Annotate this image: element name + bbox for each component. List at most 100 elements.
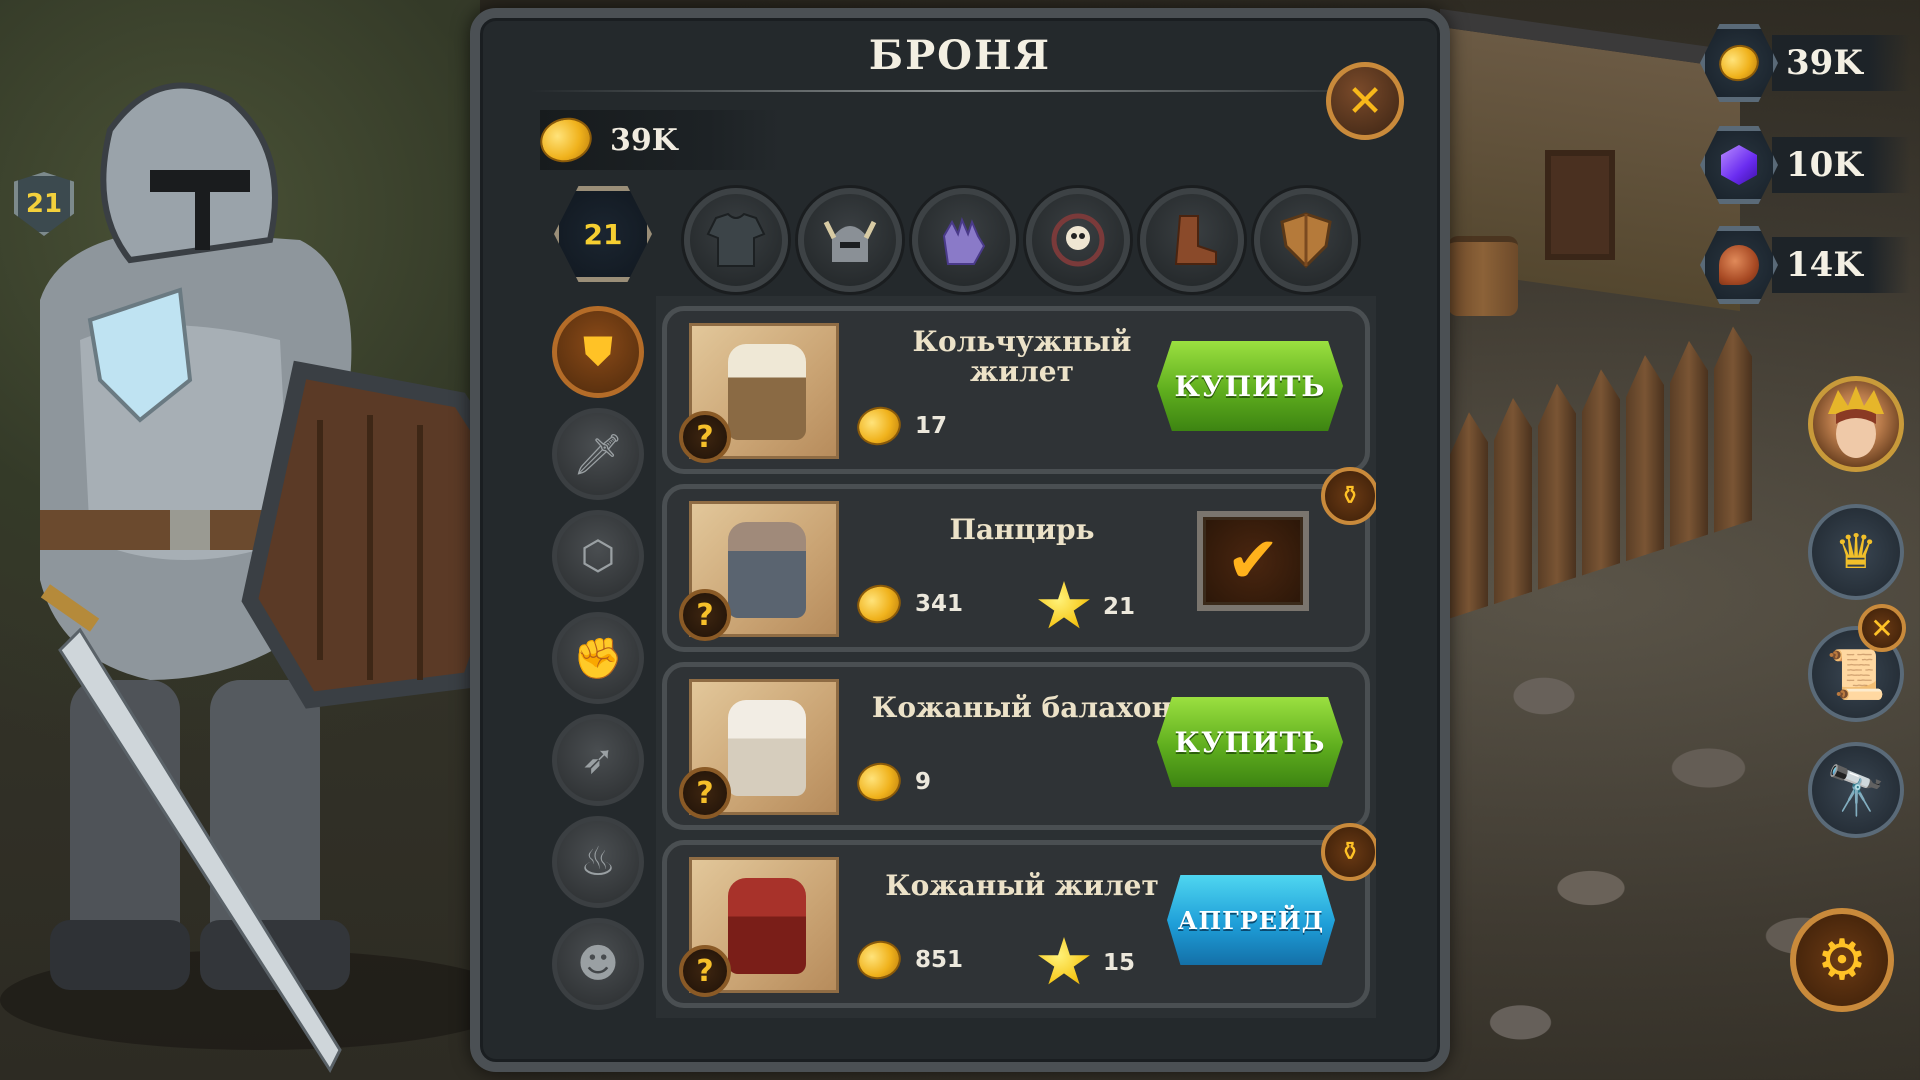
panel-gold-value: 39K — [610, 122, 678, 158]
item-price: 851 — [852, 935, 964, 985]
item-name-line1: Кожаный балахон — [871, 691, 1173, 724]
hero-icon: ☻ — [577, 941, 619, 987]
spyglass-button[interactable]: 🔭 — [1808, 742, 1904, 838]
gold-coin-icon — [852, 757, 906, 807]
spyglass-icon: 🔭 — [1826, 762, 1886, 819]
item-price-value: 17 — [915, 413, 948, 439]
leather-robe-image — [728, 700, 806, 796]
sword-icon: 🗡 — [572, 431, 624, 478]
shield-icon — [1280, 212, 1332, 268]
gem-hex — [1700, 126, 1778, 204]
title-divider — [530, 90, 1390, 92]
helmet-icon — [823, 220, 877, 262]
side-tab-armor[interactable]: ⛊ — [552, 306, 644, 398]
settings-button[interactable]: ⚙ — [1790, 908, 1894, 1012]
item-name-line2: жилет — [970, 355, 1074, 388]
item-info-button[interactable]: ? — [679, 589, 731, 641]
hexagon-icon: ⬡ — [580, 533, 616, 579]
item-name: Панцирь — [847, 515, 1197, 545]
close-button[interactable]: ✕ — [1326, 62, 1404, 140]
item-info-button[interactable]: ? — [679, 767, 731, 819]
armor-item-list[interactable]: ? Кольчужный жилет 17 КУПИТЬ ? Панцирь 3… — [656, 296, 1376, 1018]
item-price-value: 851 — [915, 947, 964, 973]
background-door — [1545, 150, 1615, 260]
list-item: ? Кожаный жилет 851 15 АПГРЕЙД ⚱ — [662, 823, 1376, 1008]
gear-icon: ⚙ — [1816, 927, 1868, 993]
gold-coin-icon — [852, 579, 906, 629]
hero-portrait-button[interactable] — [1808, 376, 1904, 472]
gold-hex — [1700, 24, 1778, 102]
side-tab-artifacts[interactable]: ⬡ — [552, 510, 644, 602]
resource-gold: 39K — [1700, 24, 1910, 102]
resource-gems: 10K — [1700, 126, 1910, 204]
gem-icon — [1721, 145, 1757, 185]
close-icon: ✕ — [1870, 611, 1894, 645]
list-item: ? Кожаный балахон 9 КУПИТЬ — [662, 662, 1370, 830]
chainmail-vest-image — [728, 344, 806, 440]
money-bag-icon[interactable]: ⚱ — [1321, 467, 1376, 525]
fist-icon: ✊ — [573, 635, 623, 682]
side-tab-magic[interactable]: ➶ — [552, 714, 644, 806]
category-shield[interactable] — [1254, 188, 1358, 292]
gold-coin-icon — [1715, 40, 1763, 86]
category-helmet[interactable] — [798, 188, 902, 292]
buy-button[interactable]: КУПИТЬ — [1157, 341, 1343, 431]
flame-icon: ♨ — [580, 839, 616, 885]
equipped-checkbox[interactable]: ✔ — [1197, 511, 1309, 611]
scroll-icon: 📜 — [1826, 646, 1886, 703]
hero-level-text: 21 — [25, 189, 63, 219]
item-name-line1: Панцирь — [949, 513, 1095, 546]
gold-coin-icon — [852, 935, 906, 985]
side-tab-fire[interactable]: ♨ — [552, 816, 644, 908]
cuirass-image — [728, 522, 806, 618]
star-icon — [1038, 581, 1090, 629]
item-price: 9 — [852, 757, 932, 807]
side-tab-weapons[interactable]: 🗡 — [552, 408, 644, 500]
list-item: ? Кольчужный жилет 17 КУПИТЬ — [662, 306, 1370, 474]
meat-icon — [1719, 245, 1759, 285]
panel-level-text: 21 — [583, 217, 623, 251]
resource-food-value: 14K — [1772, 237, 1910, 293]
item-name: Кожаный балахон — [847, 693, 1197, 723]
leather-vest-image — [728, 878, 806, 974]
upgrade-button[interactable]: АПГРЕЙД — [1167, 875, 1335, 965]
category-chest-armor[interactable] — [684, 188, 788, 292]
buy-button[interactable]: КУПИТЬ — [1157, 697, 1343, 787]
background-barrel — [1448, 236, 1518, 316]
quest-notification-badge[interactable]: ✕ — [1858, 604, 1906, 652]
resource-gems-value: 10K — [1772, 137, 1910, 193]
amulet-icon — [1051, 213, 1105, 267]
resource-gold-value: 39K — [1772, 35, 1910, 91]
item-info-button[interactable]: ? — [679, 411, 731, 463]
item-name-line1: Кольчужный — [912, 325, 1132, 358]
item-stars: 21 — [1037, 581, 1135, 633]
side-tab-gloves[interactable]: ✊ — [552, 612, 644, 704]
item-price-value: 341 — [915, 591, 964, 617]
category-gauntlet[interactable] — [912, 188, 1016, 292]
gold-coin-icon — [535, 112, 597, 168]
panel-title: БРОНЯ — [868, 32, 1052, 79]
item-price: 17 — [852, 401, 948, 451]
gold-coin-icon — [852, 401, 906, 451]
boots-icon — [1174, 215, 1217, 265]
side-tab-hero[interactable]: ☻ — [552, 918, 644, 1010]
crown-button[interactable]: ♛ — [1808, 504, 1904, 600]
chest-armor-icon — [706, 212, 766, 267]
item-stars: 15 — [1037, 937, 1135, 989]
feather-icon: ➶ — [581, 737, 615, 783]
background-fence — [1450, 272, 1810, 619]
item-price-value: 9 — [915, 769, 932, 795]
meat-hex — [1700, 226, 1778, 304]
item-info-button[interactable]: ? — [679, 945, 731, 997]
panel-gold-display: 39K — [535, 110, 780, 170]
heroine-portrait-icon — [1828, 386, 1884, 458]
gauntlet-icon — [942, 217, 986, 265]
crown-icon: ♛ — [1834, 524, 1878, 580]
money-bag-icon[interactable]: ⚱ — [1321, 823, 1376, 881]
close-icon: ✕ — [1346, 75, 1384, 127]
list-item: ? Панцирь 341 21 ✔ ⚱ — [662, 467, 1376, 652]
category-boots[interactable] — [1140, 188, 1244, 292]
category-amulet[interactable] — [1026, 188, 1130, 292]
item-name: Кожаный жилет — [847, 871, 1197, 901]
item-stars-value: 21 — [1103, 594, 1136, 620]
